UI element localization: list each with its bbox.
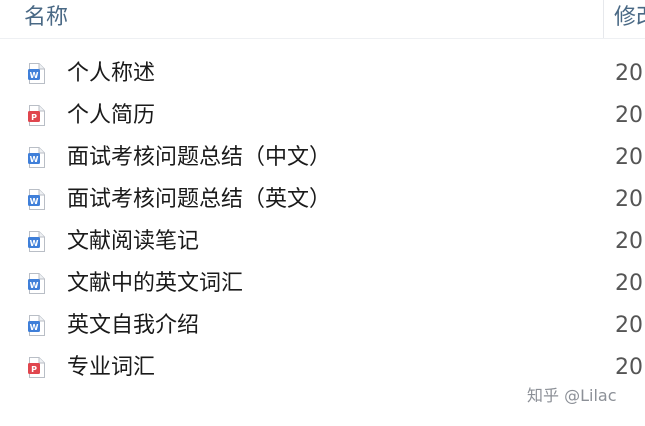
svg-text:P: P: [31, 113, 37, 122]
pdf-document-icon: P: [28, 105, 45, 126]
file-row[interactable]: P 专业词汇 20: [0, 348, 645, 390]
svg-text:W: W: [30, 71, 39, 80]
svg-text:W: W: [30, 239, 39, 248]
file-name: 个人简历: [67, 103, 156, 128]
svg-text:W: W: [30, 281, 39, 290]
file-modified-date: 20: [615, 187, 643, 212]
svg-text:W: W: [30, 155, 39, 164]
column-header-name[interactable]: 名称: [24, 3, 68, 33]
file-row[interactable]: W 英文自我介绍 20: [0, 306, 645, 348]
svg-text:W: W: [30, 197, 39, 206]
file-modified-date: 20: [615, 61, 643, 86]
file-row[interactable]: W 面试考核问题总结（英文） 20: [0, 180, 645, 222]
file-name: 英文自我介绍: [67, 313, 200, 338]
file-name: 专业词汇: [67, 355, 156, 380]
svg-text:P: P: [31, 365, 37, 374]
column-header-modified[interactable]: 修改: [614, 3, 645, 33]
file-row[interactable]: W 个人称述 20: [0, 54, 645, 96]
file-modified-date: 20: [615, 271, 643, 296]
word-document-icon: W: [28, 315, 45, 336]
file-modified-date: 20: [615, 103, 643, 128]
column-header: 名称 修改: [0, 0, 645, 39]
watermark: 知乎 @Lilac: [527, 386, 617, 405]
column-separator[interactable]: [603, 0, 604, 38]
file-list: W 个人称述 20 P 个人简历 20 W 面试考核问题总结（中文） 20 W 面试考核问题总结（英…: [0, 54, 645, 390]
file-list-window: 名称 修改 W 个人称述 20 P 个人简历 20 W 面试考核问题总结（中文） 20 W 面试考核…: [0, 0, 645, 426]
file-row[interactable]: P 个人简历 20: [0, 96, 645, 138]
pdf-document-icon: P: [28, 357, 45, 378]
word-document-icon: W: [28, 231, 45, 252]
word-document-icon: W: [28, 147, 45, 168]
file-name: 面试考核问题总结（中文）: [67, 145, 332, 170]
file-modified-date: 20: [615, 313, 643, 338]
file-name: 个人称述: [67, 61, 156, 86]
file-modified-date: 20: [615, 145, 643, 170]
file-name: 文献阅读笔记: [67, 229, 200, 254]
file-name: 文献中的英文词汇: [67, 271, 244, 296]
file-modified-date: 20: [615, 229, 643, 254]
file-row[interactable]: W 面试考核问题总结（中文） 20: [0, 138, 645, 180]
svg-text:W: W: [30, 323, 39, 332]
word-document-icon: W: [28, 189, 45, 210]
file-row[interactable]: W 文献阅读笔记 20: [0, 222, 645, 264]
word-document-icon: W: [28, 273, 45, 294]
file-row[interactable]: W 文献中的英文词汇 20: [0, 264, 645, 306]
word-document-icon: W: [28, 63, 45, 84]
file-modified-date: 20: [615, 355, 643, 380]
file-name: 面试考核问题总结（英文）: [67, 187, 332, 212]
